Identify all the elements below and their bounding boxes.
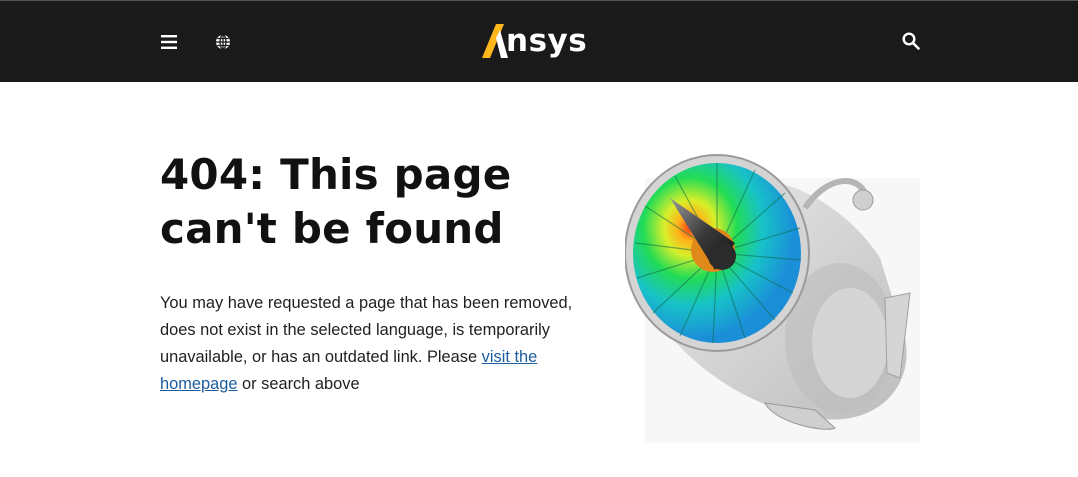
menu-icon — [161, 35, 177, 49]
logo-wordmark: nsys — [506, 22, 588, 59]
menu-button[interactable] — [155, 29, 183, 55]
search-icon — [902, 32, 920, 50]
page-title-line-1: 404: This page — [160, 150, 512, 199]
search-button[interactable] — [896, 27, 926, 55]
page-title: 404: This page can't be found — [160, 148, 580, 256]
globe-icon — [216, 34, 230, 50]
top-navigation-bar: nsys — [0, 0, 1078, 82]
page-title-line-2: can't be found — [160, 204, 504, 253]
hero-image — [624, 148, 925, 443]
error-message: You may have requested a page that has b… — [160, 290, 580, 398]
ansys-logo[interactable]: nsys — [482, 19, 587, 63]
language-button[interactable] — [209, 28, 237, 56]
jet-engine-simulation-illustration — [624, 154, 920, 443]
error-message-suffix: or search above — [237, 375, 360, 393]
logo-a-mark — [482, 24, 508, 58]
error-content: 404: This page can't be found You may ha… — [160, 148, 580, 398]
